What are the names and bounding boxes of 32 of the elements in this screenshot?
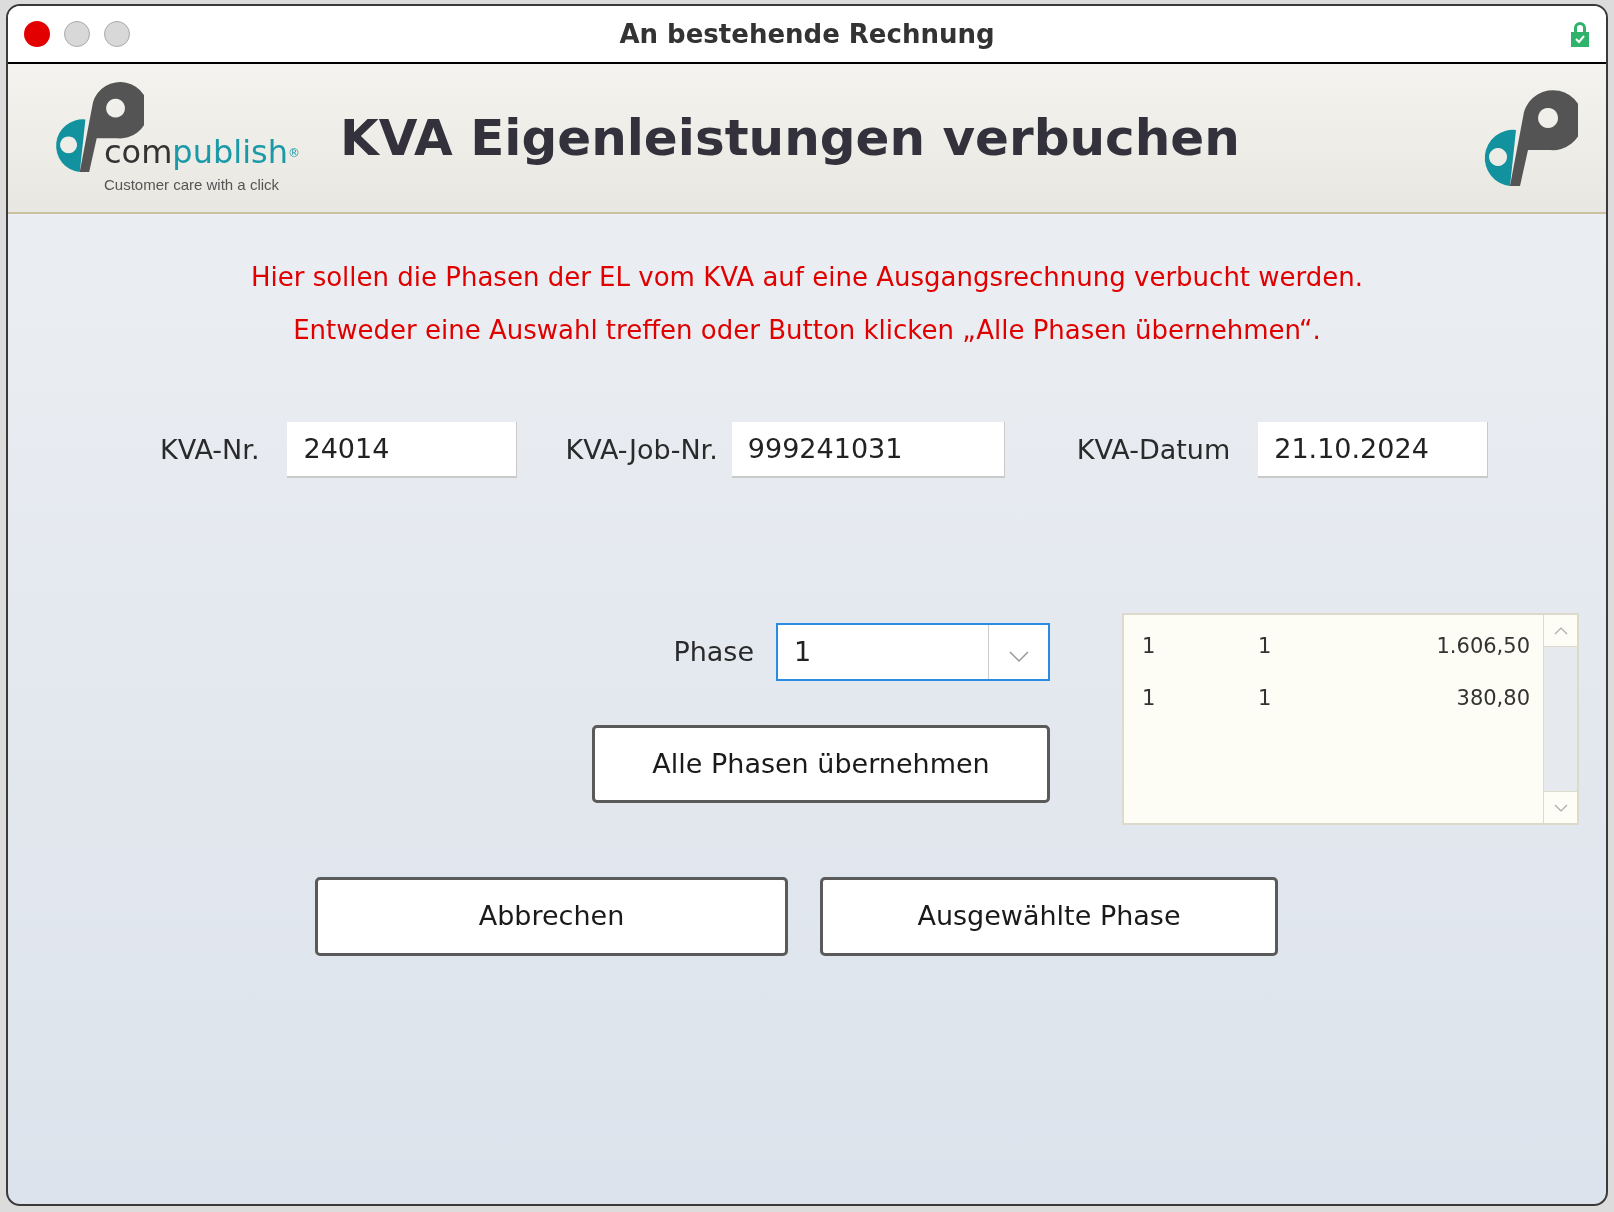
field-label: KVA-Datum — [1076, 432, 1231, 467]
text-field[interactable]: 999241031 — [731, 422, 1005, 478]
zoom-button[interactable] — [104, 21, 130, 47]
logo-wordmark: compublish$^{®}$ — [104, 135, 300, 168]
selected-phase-button[interactable]: Ausgewählte Phase — [820, 877, 1278, 956]
list-cell-text: 1 — [1258, 685, 1273, 713]
instruction-text: Entweder eine Auswahl treffen oder Button klicken „Alle Phasen übernehmen“. — [293, 314, 1321, 347]
field-label: KVA-Job-Nr. — [565, 432, 718, 467]
phase-dropdown[interactable]: 1 — [776, 623, 1050, 681]
logo-tagline: Customer care with a click — [104, 174, 281, 195]
list-cell-text: 1.606,50 — [1435, 633, 1530, 661]
text-field[interactable]: 24014 — [287, 422, 518, 478]
window-title: An bestehende Rechnung — [618, 17, 996, 51]
close-button[interactable] — [24, 21, 50, 47]
instruction-text: Hier sollen die Phasen der EL vom KVA auf eine Ausgangsrechnung verbucht werden. — [250, 261, 1364, 294]
chevron-down-icon — [1008, 651, 1029, 663]
chevron-down-icon — [1553, 803, 1568, 812]
phase-list[interactable]: 1 1 1.606,50 1 1 380,80 — [1122, 613, 1579, 825]
cancel-button[interactable]: Abbrechen — [315, 877, 788, 956]
scrollbar[interactable] — [1543, 615, 1577, 823]
list-cell-text: 1 — [1258, 633, 1273, 661]
phase-label: Phase — [673, 634, 754, 669]
text-field[interactable]: 21.10.2024 — [1258, 422, 1489, 478]
page-title: KVA Eigenleistungen verbuchen — [340, 107, 1241, 169]
chevron-up-icon — [1553, 626, 1568, 635]
list-cell-text: 380,80 — [1455, 685, 1530, 713]
list-cell-text: 1 — [1141, 633, 1157, 661]
lock-icon — [1570, 21, 1590, 47]
all-phases-button[interactable]: Alle Phasen übernehmen — [592, 725, 1050, 803]
minimize-button[interactable] — [64, 21, 90, 47]
list-cell-text: 1 — [1141, 685, 1157, 713]
field-label: KVA-Nr. — [160, 432, 260, 467]
